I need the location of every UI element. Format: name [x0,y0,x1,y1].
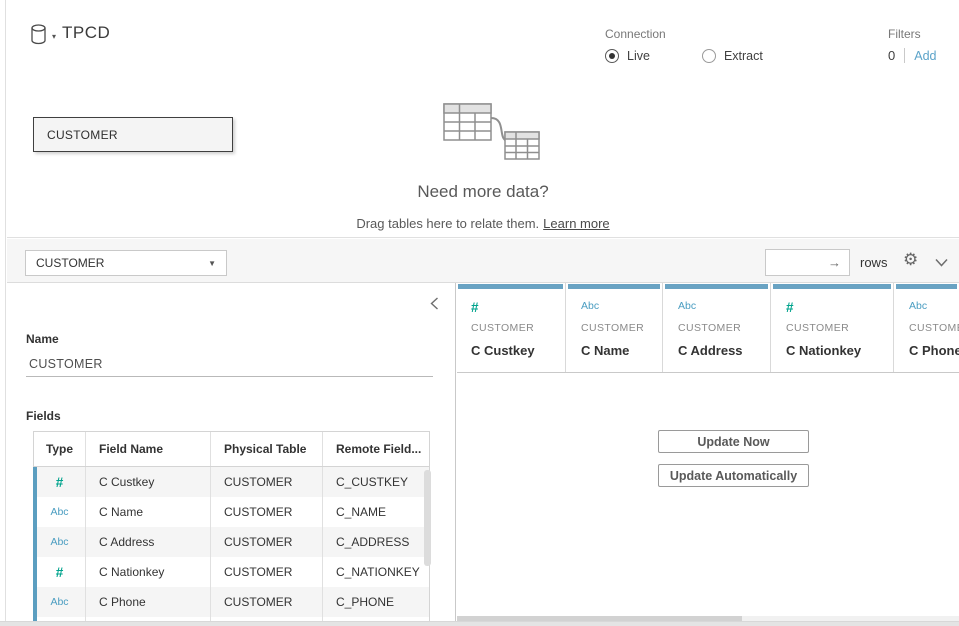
relationship-canvas: ▾ TPCD Connection Live Extract Filters 0… [7,0,959,238]
column-field-label: C Phone [909,343,959,358]
field-metadata-panel: Name CUSTOMER Fields Type Field Name Phy… [7,283,456,626]
table-details-toolbar: CUSTOMER ▼ → rows ⚙ [7,239,959,283]
name-label: Name [26,332,59,346]
column-table-label: CUSTOMER [678,322,741,334]
number-type-icon: # [471,300,479,315]
column-accent-bar [665,284,768,289]
update-now-button[interactable]: Update Now [658,430,809,453]
left-pane-edge [0,0,6,626]
string-type-icon: Abc [50,506,68,518]
field-name-cell: C Custkey [86,467,211,497]
number-type-icon: # [786,300,794,315]
column-accent-bar [568,284,660,289]
table-selector-dropdown[interactable]: CUSTOMER ▼ [25,250,227,276]
remote-field-cell: C_ADDRESS [323,527,429,557]
gear-icon[interactable]: ⚙ [903,250,918,270]
learn-more-link[interactable]: Learn more [543,216,609,231]
filters-add-link[interactable]: Add [914,49,936,63]
string-type-icon: Abc [581,300,599,312]
empty-state-subtitle: Drag tables here to relate them.Learn mo… [233,216,733,231]
grid-column-header[interactable]: Abc CUSTOMER C Name [567,283,663,372]
remote-field-cell: C_CUSTKEY [323,467,429,497]
divider [904,48,905,63]
datasource-menu-button[interactable]: ▾ [30,24,64,48]
filters-label: Filters [888,27,936,41]
fields-table: Type Field Name Physical Table Remote Fi… [33,431,430,624]
table-row[interactable]: # C Custkey CUSTOMER C_CUSTKEY [34,467,429,497]
col-header-field-name[interactable]: Field Name [86,432,211,466]
physical-table-cell: CUSTOMER [211,527,323,557]
empty-state-title: Need more data? [283,182,683,202]
radio-extract[interactable] [702,49,716,63]
grid-column-header[interactable]: # CUSTOMER C Nationkey [772,283,894,372]
dropdown-caret-icon: ▼ [208,259,216,268]
radio-live-label[interactable]: Live [627,49,650,63]
field-name-cell: C Name [86,497,211,527]
filters-count: 0 [888,48,895,63]
radio-extract-label[interactable]: Extract [724,49,763,63]
physical-table-cell: CUSTOMER [211,557,323,587]
collapse-panel-icon[interactable] [430,297,439,315]
related-tables-icon [435,96,541,167]
database-icon [30,24,64,45]
grid-column-header[interactable]: # CUSTOMER C Custkey [457,283,566,372]
field-name-cell: C Nationkey [86,557,211,587]
remote-field-cell: C_NAME [323,497,429,527]
table-name-input[interactable]: CUSTOMER [26,351,433,377]
physical-table-cell: CUSTOMER [211,467,323,497]
rows-label: rows [860,255,887,270]
filters-section: Filters 0 Add [888,27,936,63]
string-type-icon: Abc [909,300,927,312]
column-field-label: C Address [678,343,743,358]
column-accent-bar [458,284,563,289]
divider [457,372,959,373]
table-row[interactable]: Abc C Address CUSTOMER C_ADDRESS [34,527,429,557]
connection-label: Connection [605,27,763,41]
table-row[interactable]: # C Nationkey CUSTOMER C_NATIONKEY [34,557,429,587]
column-accent-bar [896,284,957,289]
chevron-down-icon: ▾ [52,32,56,41]
string-type-icon: Abc [50,596,68,608]
col-header-physical-table[interactable]: Physical Table [211,432,323,466]
number-type-icon: # [56,475,64,490]
string-type-icon: Abc [678,300,696,312]
chevron-down-icon[interactable] [935,254,948,272]
table-node-customer[interactable]: CUSTOMER [33,117,233,152]
datasource-page: ▾ TPCD Connection Live Extract Filters 0… [0,0,959,626]
remote-field-cell: C_NATIONKEY [323,557,429,587]
table-row[interactable]: Abc C Name CUSTOMER C_NAME [34,497,429,527]
connection-section: Connection Live Extract [605,27,763,63]
field-name-cell: C Phone [86,587,211,617]
column-table-label: CUSTOMER [786,322,849,334]
string-type-icon: Abc [50,536,68,548]
remote-field-cell: C_PHONE [323,587,429,617]
physical-table-cell: CUSTOMER [211,587,323,617]
rows-count-input[interactable]: → [765,249,850,276]
update-automatically-button[interactable]: Update Automatically [658,464,809,487]
selected-rows-accent-bar [33,467,37,624]
column-table-label: CUSTOMER [581,322,644,334]
radio-live[interactable] [605,49,619,63]
grid-column-header[interactable]: Abc CUSTOMER C Address [664,283,771,372]
number-type-icon: # [56,565,64,580]
column-accent-bar [773,284,891,289]
table-row[interactable]: Abc C Phone CUSTOMER C_PHONE [34,587,429,617]
arrow-right-icon: → [828,255,841,270]
fields-table-header: Type Field Name Physical Table Remote Fi… [34,432,429,467]
col-header-type[interactable]: Type [34,432,86,466]
physical-table-cell: CUSTOMER [211,497,323,527]
column-table-label: CUSTOMER [909,322,959,334]
fields-label: Fields [26,409,61,423]
column-table-label: CUSTOMER [471,322,534,334]
bottom-scrollbar-strip [0,621,959,626]
column-field-label: C Name [581,343,629,358]
fields-table-scrollbar[interactable] [424,470,431,566]
column-field-label: C Custkey [471,343,535,358]
column-field-label: C Nationkey [786,343,861,358]
datasource-title: TPCD [62,23,110,43]
col-header-remote-field[interactable]: Remote Field... [323,432,429,466]
data-preview-grid: # CUSTOMER C Custkey Abc CUSTOMER C Name… [457,283,959,626]
field-name-cell: C Address [86,527,211,557]
grid-column-header[interactable]: Abc CUSTOMER C Phone [895,283,959,372]
